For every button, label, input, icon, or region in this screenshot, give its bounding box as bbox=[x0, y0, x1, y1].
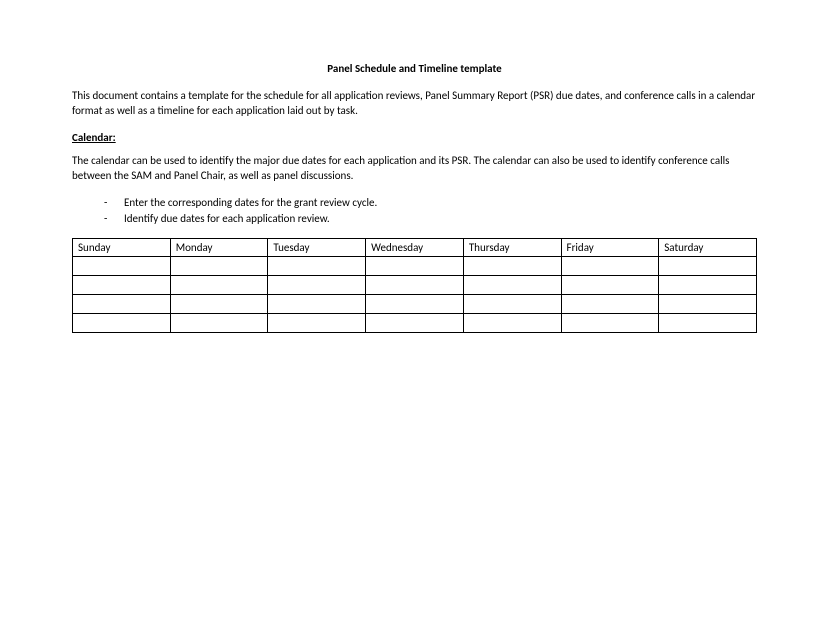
list-item: - Identify due dates for each applicatio… bbox=[104, 211, 757, 226]
table-header-row: Sunday Monday Tuesday Wednesday Thursday… bbox=[73, 239, 757, 257]
table-row bbox=[73, 295, 757, 314]
bullet-text: Identify due dates for each application … bbox=[124, 211, 330, 226]
bullet-list: - Enter the corresponding dates for the … bbox=[104, 195, 757, 226]
document-page: Panel Schedule and Timeline template Thi… bbox=[0, 0, 829, 333]
table-row bbox=[73, 257, 757, 276]
calendar-heading: Calendar: bbox=[72, 131, 757, 144]
calendar-table: Sunday Monday Tuesday Wednesday Thursday… bbox=[72, 238, 757, 333]
dash-icon: - bbox=[104, 195, 124, 210]
dash-icon: - bbox=[104, 211, 124, 226]
col-sunday: Sunday bbox=[73, 239, 171, 257]
col-monday: Monday bbox=[170, 239, 268, 257]
page-title: Panel Schedule and Timeline template bbox=[72, 62, 757, 75]
intro-paragraph: This document contains a template for th… bbox=[72, 89, 757, 119]
list-item: - Enter the corresponding dates for the … bbox=[104, 195, 757, 210]
calendar-description: The calendar can be used to identify the… bbox=[72, 154, 757, 184]
col-saturday: Saturday bbox=[659, 239, 757, 257]
bullet-text: Enter the corresponding dates for the gr… bbox=[124, 195, 377, 210]
col-friday: Friday bbox=[561, 239, 659, 257]
table-row bbox=[73, 276, 757, 295]
col-thursday: Thursday bbox=[463, 239, 561, 257]
col-wednesday: Wednesday bbox=[366, 239, 464, 257]
table-row bbox=[73, 314, 757, 333]
col-tuesday: Tuesday bbox=[268, 239, 366, 257]
